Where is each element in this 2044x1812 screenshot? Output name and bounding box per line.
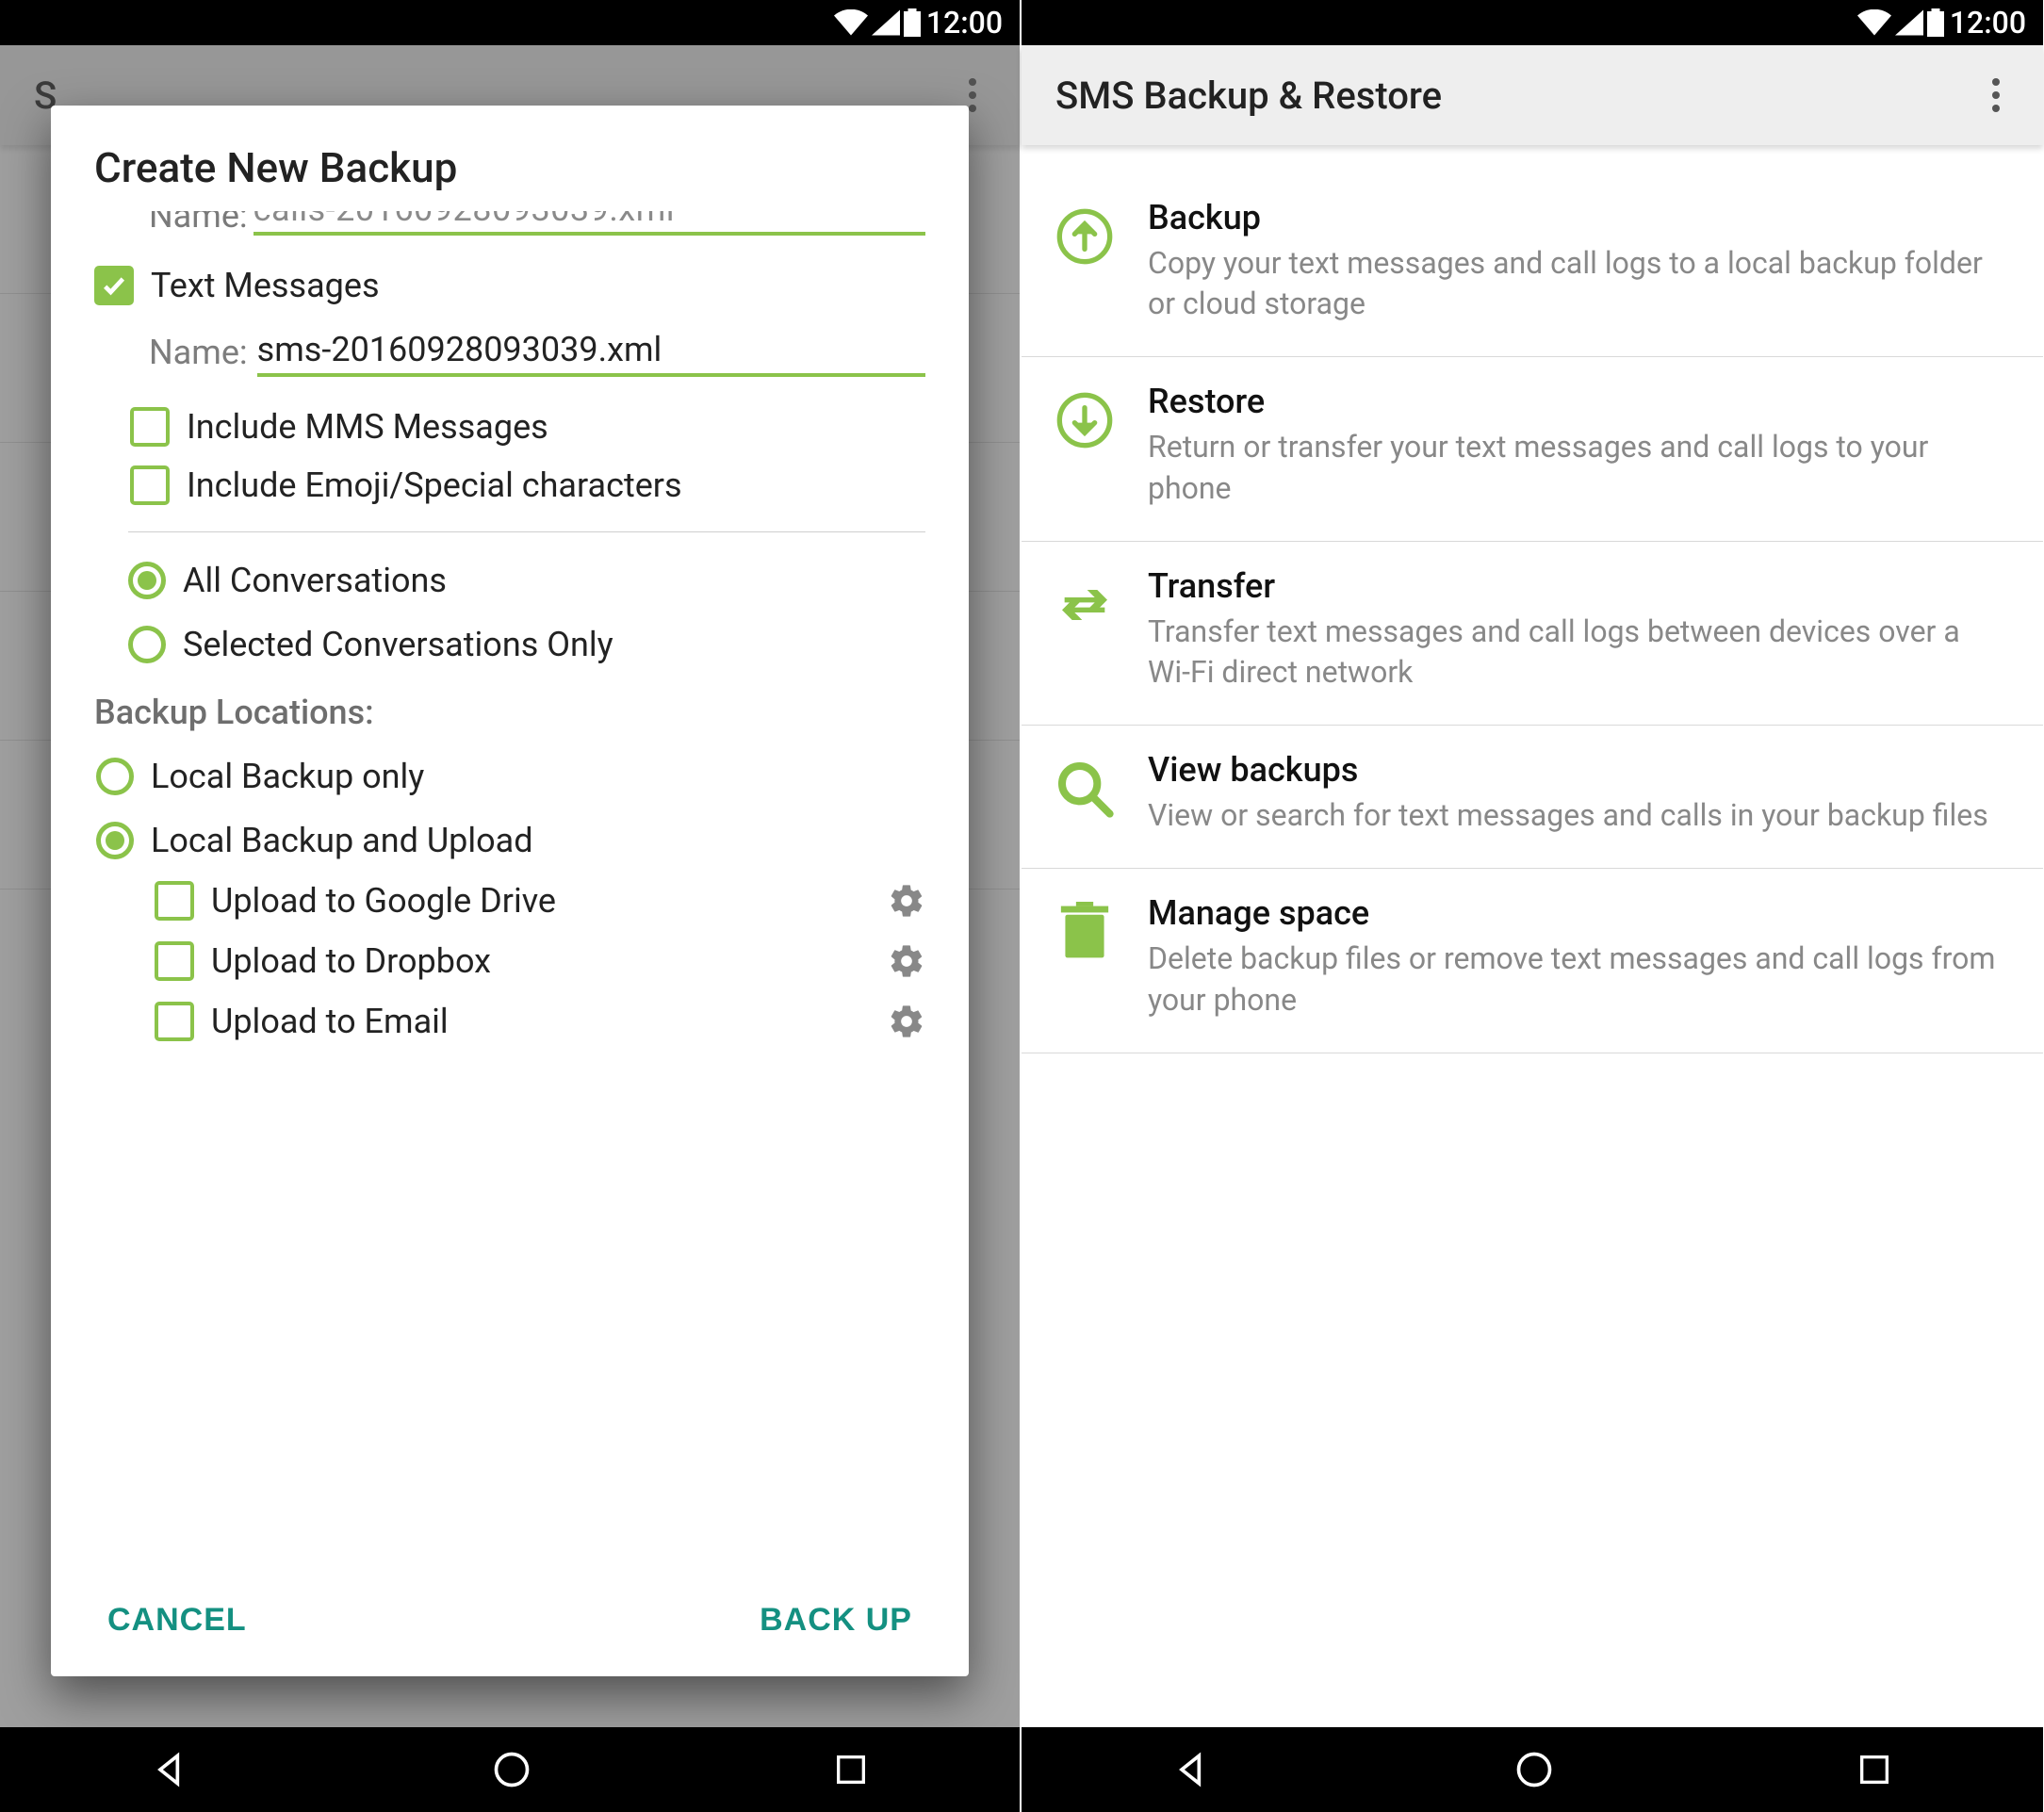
main-list: Backup Copy your text messages and call … bbox=[1022, 145, 2043, 1053]
upload-dropbox-row[interactable]: Upload to Dropbox bbox=[155, 941, 925, 981]
upload-dropbox-checkbox[interactable] bbox=[155, 941, 194, 981]
selected-conversations-label: Selected Conversations Only bbox=[183, 625, 613, 664]
status-icons bbox=[834, 8, 921, 37]
nav-bar bbox=[0, 1727, 1020, 1812]
home-icon[interactable] bbox=[1513, 1749, 1555, 1790]
nav-bar bbox=[1022, 1727, 2043, 1812]
all-conversations-label: All Conversations bbox=[183, 561, 447, 600]
local-only-radio-row[interactable]: Local Backup only bbox=[96, 757, 925, 796]
dialog-body[interactable]: Name: calls-20160928093039.xml Text Mess… bbox=[94, 211, 925, 1559]
create-backup-dialog: Create New Backup Name: calls-2016092809… bbox=[51, 106, 969, 1676]
list-item-restore[interactable]: Restore Return or transfer your text mes… bbox=[1022, 357, 2043, 541]
recent-icon[interactable] bbox=[1856, 1751, 1893, 1788]
status-time: 12:00 bbox=[926, 5, 1003, 41]
list-item-subtitle: Transfer text messages and call logs bet… bbox=[1148, 612, 2005, 693]
backup-button[interactable]: BACK UP bbox=[760, 1602, 912, 1639]
list-item-title: View backups bbox=[1148, 750, 2005, 790]
phone-right: 12:00 SMS Backup & Restore Backup Copy y… bbox=[1022, 0, 2043, 1812]
list-item-title: Transfer bbox=[1148, 566, 2005, 606]
list-item-subtitle: View or search for text messages and cal… bbox=[1148, 795, 2005, 836]
upload-email-row[interactable]: Upload to Email bbox=[155, 1002, 925, 1041]
home-icon[interactable] bbox=[491, 1749, 532, 1790]
dialog-actions: CANCEL BACK UP bbox=[94, 1559, 925, 1676]
wifi-icon bbox=[834, 9, 868, 36]
calls-name-label: Name: bbox=[149, 211, 248, 236]
trash-icon bbox=[1050, 897, 1120, 967]
upload-gdrive-label: Upload to Google Drive bbox=[211, 881, 871, 921]
divider bbox=[128, 531, 925, 532]
gear-icon[interactable] bbox=[888, 942, 925, 980]
list-item-backup[interactable]: Backup Copy your text messages and call … bbox=[1022, 173, 2043, 357]
battery-icon bbox=[1927, 8, 1944, 37]
gear-icon[interactable] bbox=[888, 882, 925, 920]
backup-icon bbox=[1050, 202, 1120, 271]
list-item-subtitle: Return or transfer your text messages an… bbox=[1148, 427, 2005, 508]
include-emoji-label: Include Emoji/Special characters bbox=[187, 465, 682, 505]
wifi-icon bbox=[1857, 9, 1891, 36]
include-emoji-row[interactable]: Include Emoji/Special characters bbox=[130, 465, 925, 505]
local-upload-label: Local Backup and Upload bbox=[151, 821, 533, 860]
app-title: SMS Backup & Restore bbox=[1055, 73, 1442, 118]
backup-locations-label: Backup Locations: bbox=[94, 693, 925, 732]
include-mms-checkbox[interactable] bbox=[130, 407, 170, 447]
transfer-icon bbox=[1050, 570, 1120, 640]
text-messages-checkbox-row[interactable]: Text Messages bbox=[94, 266, 925, 305]
upload-gdrive-checkbox[interactable] bbox=[155, 881, 194, 921]
include-mms-row[interactable]: Include MMS Messages bbox=[130, 407, 925, 447]
upload-dropbox-label: Upload to Dropbox bbox=[211, 941, 871, 981]
status-bar: 12:00 bbox=[0, 0, 1020, 45]
upload-email-checkbox[interactable] bbox=[155, 1002, 194, 1041]
battery-icon bbox=[904, 8, 921, 37]
list-item-manage-space[interactable]: Manage space Delete backup files or remo… bbox=[1022, 869, 2043, 1053]
cell-icon bbox=[1895, 9, 1923, 36]
list-item-title: Manage space bbox=[1148, 893, 2005, 933]
list-item-transfer[interactable]: Transfer Transfer text messages and call… bbox=[1022, 542, 2043, 726]
dialog-title: Create New Backup bbox=[94, 143, 925, 192]
local-upload-radio[interactable] bbox=[96, 822, 134, 859]
sms-name-row: Name: bbox=[149, 328, 925, 377]
text-messages-checkbox[interactable] bbox=[94, 266, 134, 305]
overflow-menu[interactable] bbox=[1977, 76, 2015, 114]
cancel-button[interactable]: CANCEL bbox=[107, 1602, 247, 1639]
recent-icon[interactable] bbox=[832, 1751, 870, 1788]
include-emoji-checkbox[interactable] bbox=[130, 465, 170, 505]
sms-name-input[interactable] bbox=[257, 328, 925, 377]
upload-gdrive-row[interactable]: Upload to Google Drive bbox=[155, 881, 925, 921]
status-icons bbox=[1857, 8, 1944, 37]
selected-conversations-radio[interactable] bbox=[128, 626, 166, 663]
phone-left: 12:00 S Create New Backup Name: calls-20… bbox=[0, 0, 1022, 1812]
status-bar: 12:00 bbox=[1022, 0, 2043, 45]
gear-icon[interactable] bbox=[888, 1003, 925, 1040]
list-item-title: Restore bbox=[1148, 382, 2005, 421]
calls-name-row: Name: calls-20160928093039.xml bbox=[149, 211, 925, 236]
local-upload-radio-row[interactable]: Local Backup and Upload bbox=[96, 821, 925, 860]
search-icon bbox=[1050, 754, 1120, 824]
text-messages-label: Text Messages bbox=[151, 266, 380, 305]
all-conversations-radio[interactable] bbox=[128, 562, 166, 599]
list-item-subtitle: Delete backup files or remove text messa… bbox=[1148, 939, 2005, 1020]
upload-email-label: Upload to Email bbox=[211, 1002, 871, 1041]
local-only-radio[interactable] bbox=[96, 758, 134, 795]
list-item-subtitle: Copy your text messages and call logs to… bbox=[1148, 243, 2005, 324]
selected-conversations-radio-row[interactable]: Selected Conversations Only bbox=[128, 625, 925, 664]
back-icon[interactable] bbox=[150, 1749, 191, 1790]
list-item-title: Backup bbox=[1148, 198, 2005, 237]
sms-name-label: Name: bbox=[149, 333, 248, 372]
back-icon[interactable] bbox=[1171, 1749, 1213, 1790]
status-time: 12:00 bbox=[1950, 5, 2026, 41]
app-bar: SMS Backup & Restore bbox=[1022, 45, 2043, 145]
include-mms-label: Include MMS Messages bbox=[187, 407, 548, 447]
calls-name-value[interactable]: calls-20160928093039.xml bbox=[253, 211, 925, 236]
local-only-label: Local Backup only bbox=[151, 757, 424, 796]
list-item-view-backups[interactable]: View backups View or search for text mes… bbox=[1022, 726, 2043, 869]
cell-icon bbox=[872, 9, 900, 36]
all-conversations-radio-row[interactable]: All Conversations bbox=[128, 561, 925, 600]
restore-icon bbox=[1050, 385, 1120, 455]
